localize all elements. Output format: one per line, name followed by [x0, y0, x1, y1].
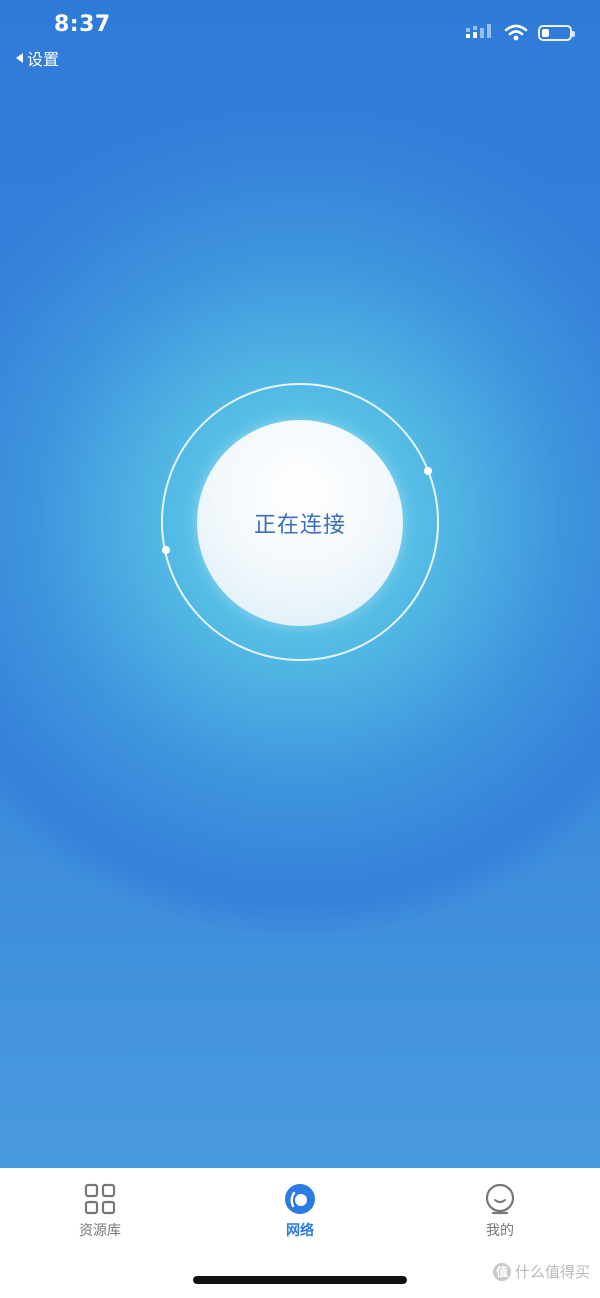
- connect-status-label: 正在连接: [253, 513, 346, 538]
- tab-profile-label: 我的: [486, 1223, 514, 1239]
- tab-library-label: 资源库: [79, 1223, 121, 1239]
- watermark-logo-icon: 值: [492, 1262, 511, 1281]
- app-screen: 8:37 设置 正在连接 资源库 网络 我的 值 什么值得买: [0, 0, 600, 1298]
- connect-button[interactable]: 正在连接: [197, 420, 403, 626]
- home-indicator[interactable]: [193, 1276, 407, 1284]
- profile-icon: [485, 1183, 515, 1215]
- grid-icon: [84, 1183, 116, 1215]
- tab-network[interactable]: 网络: [240, 1182, 360, 1240]
- orbit-dot-right: [424, 467, 432, 475]
- watermark: 值 什么值得买: [492, 1261, 590, 1282]
- tab-profile[interactable]: 我的: [440, 1182, 560, 1240]
- network-icon: [285, 1184, 315, 1214]
- tab-network-label: 网络: [286, 1223, 314, 1239]
- watermark-text: 什么值得买: [514, 1263, 590, 1281]
- tab-library[interactable]: 资源库: [40, 1182, 160, 1240]
- connection-ring: [161, 383, 439, 661]
- orbit-dot-left: [162, 546, 170, 554]
